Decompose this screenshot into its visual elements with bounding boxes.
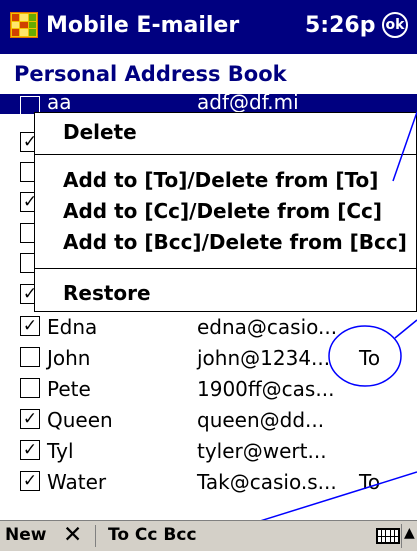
annotation-line — [394, 319, 417, 339]
toolbar-divider — [95, 525, 96, 547]
input-menu-arrow-icon[interactable]: ▲ — [404, 525, 415, 541]
toolbar-divider — [401, 524, 402, 548]
to-cc-bcc-buttons[interactable]: To Cc Bcc — [108, 525, 197, 545]
annotation-line — [392, 111, 417, 182]
delete-x-icon[interactable]: ✕ — [63, 522, 82, 548]
new-button[interactable]: New — [5, 525, 46, 545]
bottom-toolbar: New ✕ To Cc Bcc ▲ — [0, 520, 417, 551]
keyboard-icon[interactable] — [376, 528, 400, 544]
annotation-overlay — [227, 111, 417, 532]
annotation-circle — [328, 325, 402, 387]
